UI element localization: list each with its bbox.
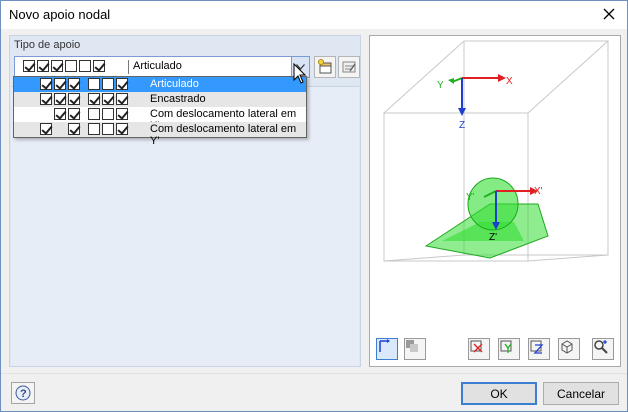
- combo-check-uy: [37, 60, 49, 72]
- combo-check-phix: [65, 60, 77, 72]
- panel-header: Tipo de apoio: [14, 39, 81, 51]
- view-y-button[interactable]: [498, 338, 520, 360]
- combo-selected-label: Articulado: [133, 60, 182, 72]
- combo-check-uz: [51, 60, 63, 72]
- help-button[interactable]: ?: [11, 382, 35, 404]
- render-mode-button[interactable]: [404, 338, 426, 360]
- local-z-label: Z': [489, 232, 497, 243]
- dropdown-item-deslocamento-y[interactable]: Com deslocamento lateral em Y': [14, 122, 306, 147]
- ok-button[interactable]: OK: [461, 382, 537, 405]
- view-x-icon: [470, 340, 483, 353]
- dialog-window: Novo apoio nodal Tipo de apoio Articulad…: [0, 0, 628, 412]
- render-mode-icon: [406, 340, 418, 352]
- cancel-button[interactable]: Cancelar: [543, 382, 619, 405]
- view-iso-icon: [561, 340, 573, 354]
- dialog-title: Novo apoio nodal: [9, 7, 111, 22]
- bottom-separator: [1, 373, 627, 374]
- view-iso-button[interactable]: [558, 338, 580, 360]
- local-x-label: X': [534, 186, 543, 197]
- local-y-label: Y': [466, 192, 475, 203]
- axis-view-button[interactable]: [376, 338, 398, 360]
- global-axes: X Y Z: [437, 74, 513, 131]
- support-type-dropdown-list: Articulado Encastrado Com deslocamento l…: [13, 76, 307, 147]
- dropdown-item-label: Com deslocamento lateral em Y': [150, 123, 297, 147]
- support-3d-view[interactable]: X Y Z X' Y' Z': [369, 35, 621, 367]
- support-type-combo[interactable]: Articulado: [14, 56, 310, 78]
- mouse-cursor-icon: [293, 63, 307, 84]
- title-bar: Novo apoio nodal: [1, 1, 627, 29]
- help-icon: ?: [15, 385, 31, 401]
- new-support-button[interactable]: [314, 56, 336, 78]
- combo-check-phiz: [93, 60, 105, 72]
- view-x-button[interactable]: [468, 338, 490, 360]
- dropdown-item-label: Articulado: [150, 78, 199, 90]
- axis-view-icon: [379, 339, 390, 352]
- global-y-label: Y: [437, 80, 444, 91]
- edit-support-icon: [342, 61, 356, 73]
- close-button[interactable]: [597, 3, 621, 25]
- view-settings-button[interactable]: [592, 338, 614, 360]
- edit-support-button[interactable]: [338, 56, 360, 78]
- view-z-icon: [530, 340, 544, 354]
- close-icon: [603, 8, 615, 20]
- combo-checks: [23, 60, 105, 72]
- dropdown-item-label: Encastrado: [150, 93, 206, 105]
- view-z-button[interactable]: [528, 338, 550, 360]
- support-3d-canvas: X Y Z X' Y' Z': [383, 40, 609, 262]
- dropdown-item-deslocamento-x[interactable]: Com deslocamento lateral em X': [14, 107, 306, 132]
- view-settings-icon: [594, 340, 608, 354]
- dropdown-item-encastrado[interactable]: Encastrado: [14, 92, 306, 107]
- combo-check-ux: [23, 60, 35, 72]
- global-z-label: Z: [459, 120, 465, 131]
- view-y-icon: [500, 340, 512, 353]
- svg-text:?: ?: [20, 388, 27, 400]
- combo-check-phiy: [79, 60, 91, 72]
- dropdown-item-articulado[interactable]: Articulado: [14, 77, 306, 92]
- combo-separator: [128, 60, 129, 74]
- new-support-icon: [318, 59, 332, 74]
- global-x-label: X: [506, 76, 513, 87]
